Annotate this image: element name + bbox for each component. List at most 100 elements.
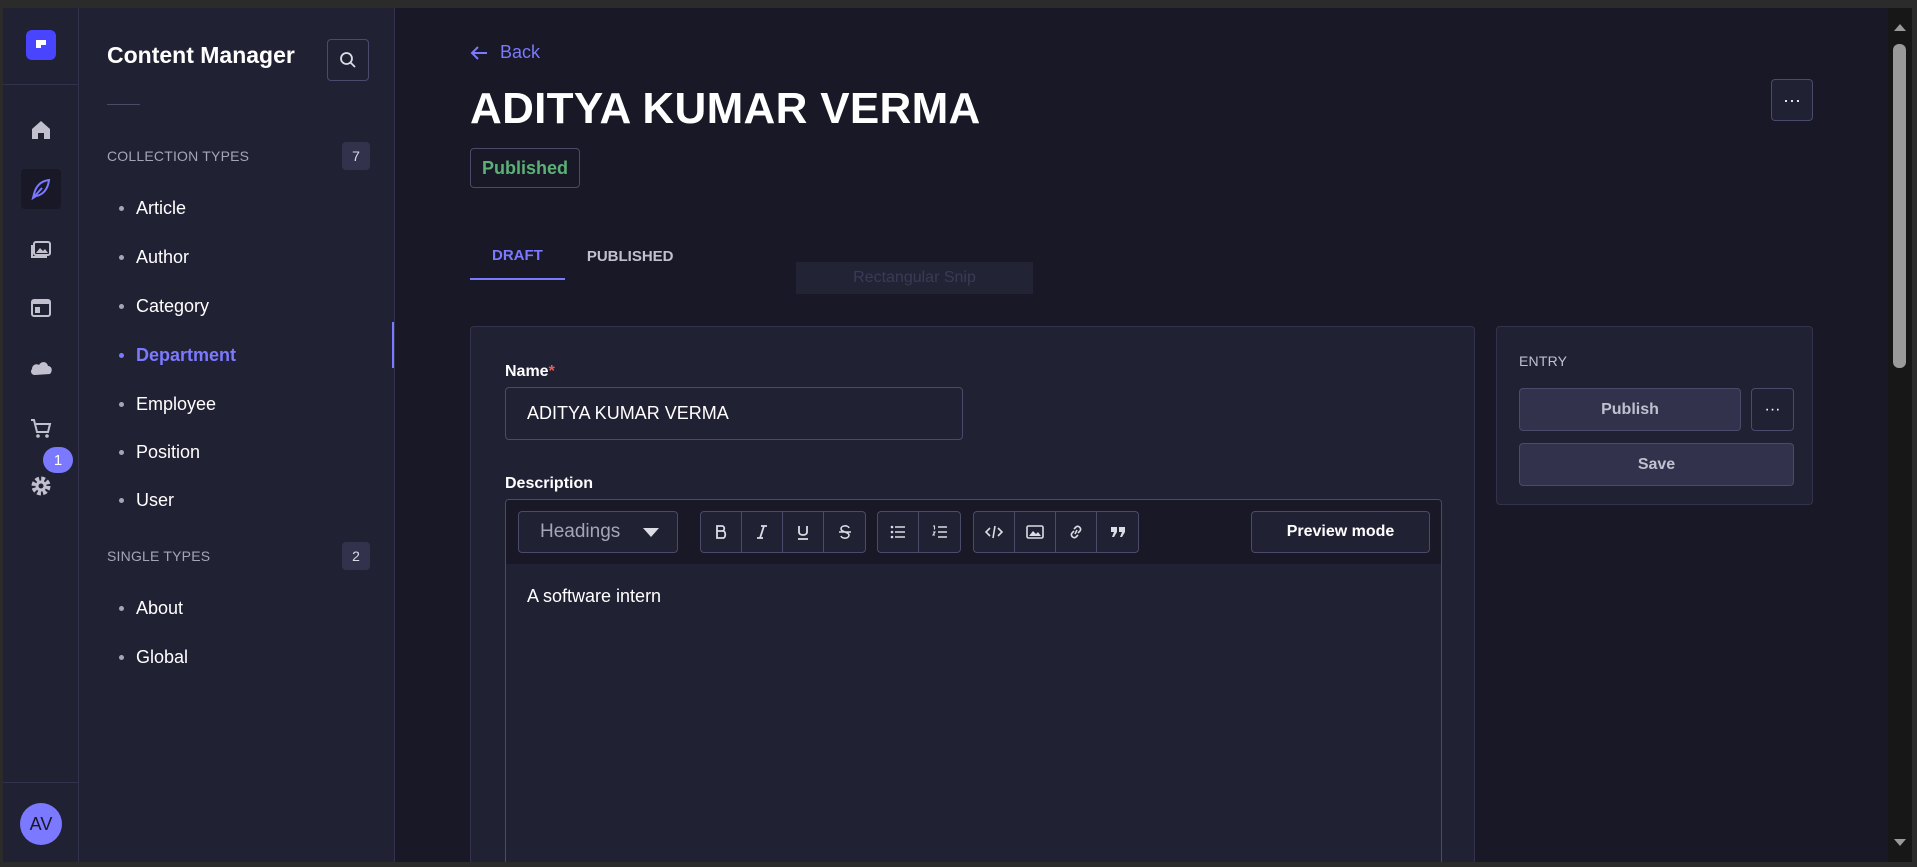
name-label-text: Name: [505, 363, 549, 380]
image-button[interactable]: [1015, 512, 1056, 552]
marketplace-icon[interactable]: [21, 408, 61, 448]
italic-icon: [757, 525, 767, 539]
window-frame: 1 AV Content Manager COLLECTION TYPES 7 …: [0, 0, 1917, 867]
subnav-item-label: User: [136, 490, 175, 510]
subnav-item-label: Global: [136, 647, 189, 667]
subnav-item-label: About: [136, 598, 184, 618]
subnav-item-global[interactable]: Global: [119, 647, 188, 668]
subnav-item-label: Department: [136, 345, 237, 365]
image-icon: [1026, 525, 1044, 539]
bullet-icon: [119, 655, 124, 660]
subnav-item-label: Position: [136, 442, 201, 462]
subnav-item-position[interactable]: Position: [119, 442, 200, 463]
rail-divider-bottom: [3, 782, 79, 783]
search-button[interactable]: [327, 39, 369, 81]
cloud-icon[interactable]: [21, 348, 61, 388]
bullet-icon: [119, 450, 124, 455]
code-icon: [985, 525, 1003, 539]
single-types-heading[interactable]: SINGLE TYPES: [107, 548, 210, 564]
page-scrollbar[interactable]: [1888, 8, 1912, 862]
link-button[interactable]: [1056, 512, 1097, 552]
more-actions-button[interactable]: ···: [1771, 79, 1813, 121]
strikethrough-button[interactable]: [824, 512, 865, 552]
numbered-list-button[interactable]: [919, 512, 960, 552]
subnav-item-category[interactable]: Category: [119, 296, 209, 317]
entry-panel: ENTRY Publish ··· Save: [1496, 326, 1813, 505]
editor-content[interactable]: A software intern: [527, 586, 661, 607]
text-style-group: [700, 511, 866, 553]
subnav-item-employee[interactable]: Employee: [119, 394, 216, 415]
avatar[interactable]: AV: [20, 803, 62, 845]
underline-icon: [798, 526, 808, 540]
name-field[interactable]: ADITYA KUMAR VERMA: [505, 387, 963, 440]
bullet-icon: [119, 304, 124, 309]
tab-draft[interactable]: DRAFT: [470, 232, 565, 280]
strapi-admin: 1 AV Content Manager COLLECTION TYPES 7 …: [3, 8, 1888, 862]
content-manager-icon[interactable]: [21, 169, 61, 209]
single-types-count: 2: [342, 542, 370, 570]
scrollbar-thumb[interactable]: [1893, 44, 1906, 368]
bulleted-list-icon: [890, 525, 905, 539]
main-content: Back ADITYA KUMAR VERMA ··· Published DR…: [396, 8, 1888, 862]
code-button[interactable]: [974, 512, 1015, 552]
bulleted-list-button[interactable]: [878, 512, 919, 552]
back-label: Back: [500, 42, 541, 62]
edit-form-card: Name* ADITYA KUMAR VERMA Description Hea…: [470, 326, 1475, 862]
search-icon: [340, 52, 356, 68]
page-title: ADITYA KUMAR VERMA: [470, 84, 981, 133]
subnav-item-label: Article: [136, 198, 187, 218]
bullet-icon: [119, 353, 124, 358]
chevron-down-icon: [643, 528, 659, 537]
settings-notification-badge: 1: [43, 447, 73, 473]
subnav-title: Content Manager: [107, 42, 295, 68]
media-library-icon[interactable]: [21, 229, 61, 269]
italic-button[interactable]: [742, 512, 783, 552]
subnav-item-label: Category: [136, 296, 210, 316]
subnav-item-department[interactable]: Department: [119, 345, 236, 366]
back-link[interactable]: Back: [470, 42, 540, 63]
main-nav-rail: 1 AV: [3, 8, 79, 862]
preview-mode-button[interactable]: Preview mode: [1251, 511, 1430, 553]
collection-types-count: 7: [342, 142, 370, 170]
list-group: [877, 511, 961, 553]
editor-toolbar: Headings Preview mode: [506, 500, 1441, 564]
subnav-item-label: Employee: [136, 394, 217, 414]
bullet-icon: [119, 206, 124, 211]
arrow-left-icon: [470, 45, 487, 60]
scroll-up-icon[interactable]: [1894, 24, 1906, 31]
headings-select[interactable]: Headings: [518, 511, 678, 553]
numbered-list-icon: [931, 525, 947, 538]
subnav-divider: [107, 104, 140, 105]
subnav-item-article[interactable]: Article: [119, 198, 186, 219]
subnav-item-label: Author: [136, 247, 190, 267]
description-editor: Headings Preview mode A software intern: [505, 499, 1442, 862]
name-field-label: Name*: [505, 363, 555, 381]
subnav-item-user[interactable]: User: [119, 490, 174, 511]
link-icon: [1070, 525, 1082, 539]
content-type-builder-icon[interactable]: [21, 288, 61, 328]
subnav-item-author[interactable]: Author: [119, 247, 189, 268]
app-logo[interactable]: [26, 30, 56, 60]
save-button[interactable]: Save: [1519, 443, 1794, 486]
publish-button[interactable]: Publish: [1519, 388, 1741, 431]
active-item-indicator: [392, 322, 394, 368]
snip-overlay-label: Rectangular Snip: [796, 262, 1033, 294]
bold-button[interactable]: [701, 512, 742, 552]
status-badge: Published: [470, 148, 581, 188]
bullet-icon: [119, 402, 124, 407]
tab-published[interactable]: PUBLISHED: [565, 232, 696, 280]
strikethrough-icon: [838, 525, 851, 539]
home-icon[interactable]: [21, 110, 61, 150]
entry-panel-title: ENTRY: [1519, 353, 1568, 369]
subnav-item-about[interactable]: About: [119, 598, 183, 619]
quote-button[interactable]: [1097, 512, 1138, 552]
underline-button[interactable]: [783, 512, 824, 552]
bullet-icon: [119, 498, 124, 503]
scroll-down-icon[interactable]: [1894, 839, 1906, 846]
required-marker: *: [548, 363, 555, 380]
entry-more-button[interactable]: ···: [1751, 388, 1794, 431]
collection-types-heading[interactable]: COLLECTION TYPES: [107, 148, 249, 164]
bullet-icon: [119, 255, 124, 260]
insert-group: [973, 511, 1139, 553]
bold-icon: [716, 525, 727, 539]
